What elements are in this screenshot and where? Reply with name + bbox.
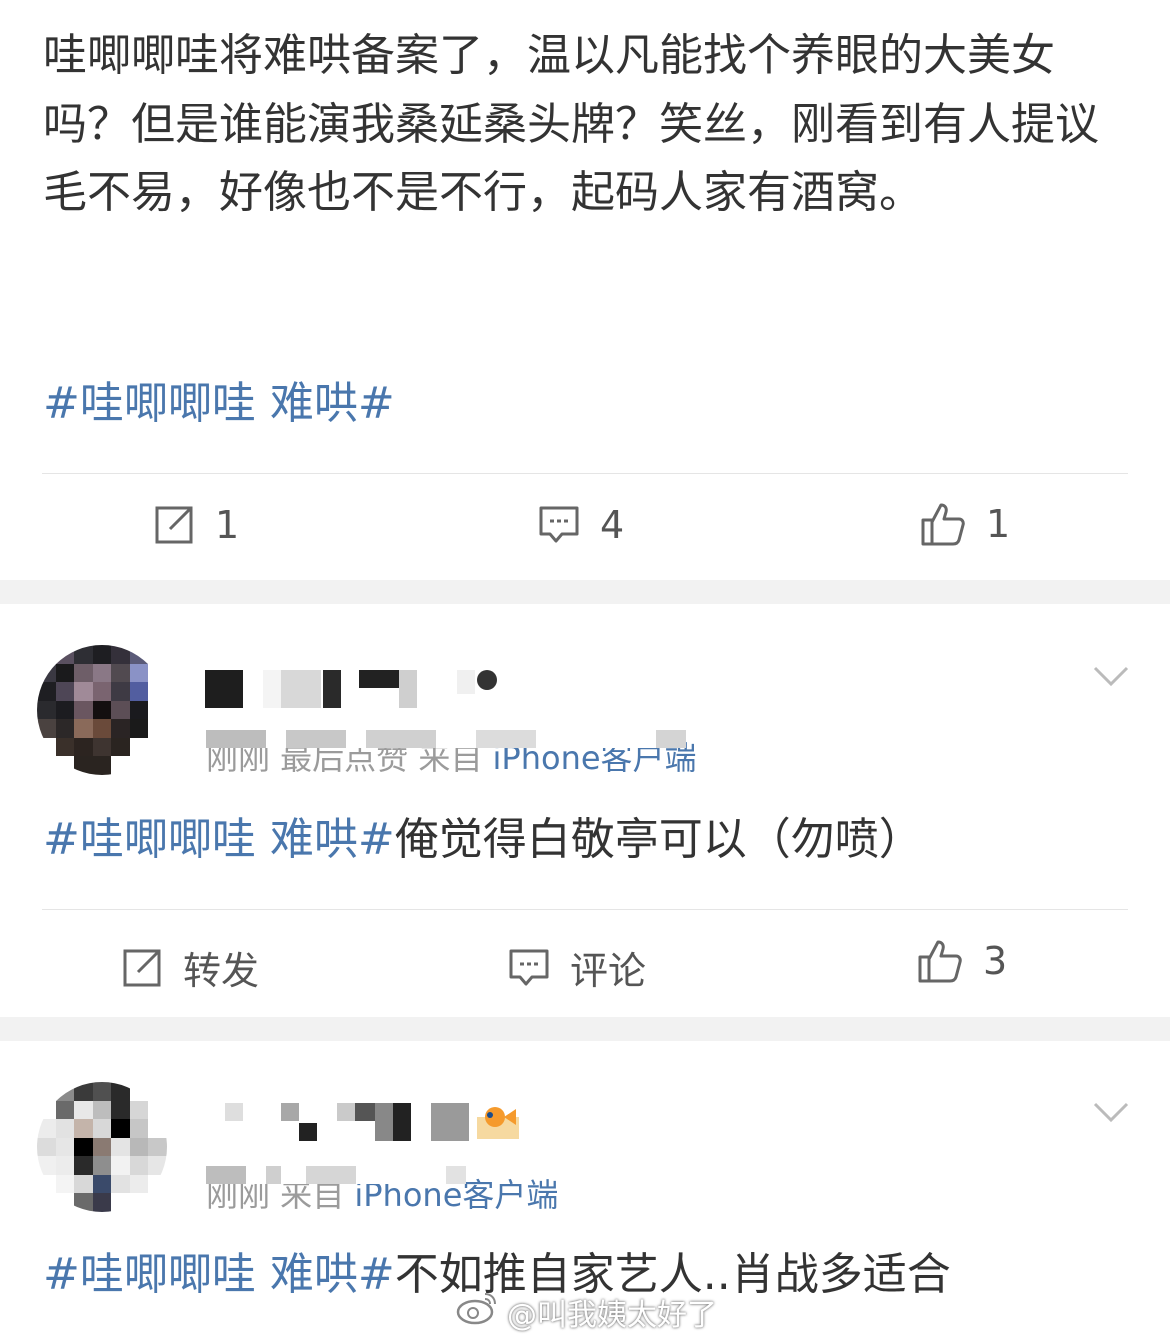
like-icon bbox=[917, 939, 963, 983]
repost-icon bbox=[153, 504, 195, 546]
avatar[interactable] bbox=[37, 1082, 167, 1212]
repost-icon bbox=[121, 947, 163, 989]
repost-button[interactable]: 转发 bbox=[121, 940, 259, 995]
meta-redaction bbox=[206, 1166, 466, 1184]
chevron-down-icon[interactable] bbox=[1093, 1100, 1129, 1128]
section-divider bbox=[0, 1017, 1170, 1041]
comment-topic-link[interactable]: #哇唧唧哇 难哄# bbox=[43, 814, 395, 865]
comment-label: 评论 bbox=[570, 949, 647, 993]
divider bbox=[42, 473, 1128, 474]
chevron-down-icon[interactable] bbox=[1093, 664, 1129, 692]
post-body-text: 哇唧唧哇将难哄备案了，温以凡能找个养眼的大美女吗？但是谁能演我桑延桑头牌？笑丝，… bbox=[43, 30, 1099, 218]
like-icon bbox=[920, 502, 966, 546]
repost-button[interactable]: 1 bbox=[153, 503, 239, 547]
comment-icon bbox=[538, 504, 580, 546]
like-button[interactable]: 1 bbox=[920, 502, 1010, 546]
section-divider bbox=[0, 580, 1170, 604]
comment-body: #哇唧唧哇 难哄#俺觉得白敬亭可以（勿喷） bbox=[43, 810, 923, 870]
repost-count: 1 bbox=[215, 503, 240, 547]
username-redacted[interactable] bbox=[225, 1103, 519, 1141]
watermark: @叫我姨太好了 bbox=[455, 1290, 717, 1334]
comment-count: 4 bbox=[600, 503, 625, 547]
watermark-text: @叫我姨太好了 bbox=[507, 1298, 717, 1333]
username-redacted[interactable] bbox=[205, 670, 497, 708]
post-topic-link[interactable]: #哇唧唧哇 难哄# bbox=[43, 370, 395, 438]
weibo-logo-icon bbox=[455, 1291, 499, 1333]
repost-label: 转发 bbox=[183, 949, 260, 993]
comment-icon bbox=[508, 947, 550, 989]
comment-button[interactable]: 4 bbox=[538, 503, 624, 547]
comment-button[interactable]: 评论 bbox=[508, 940, 646, 995]
meta-redaction bbox=[206, 730, 686, 748]
avatar[interactable] bbox=[37, 645, 167, 775]
like-count: 1 bbox=[986, 502, 1011, 546]
divider bbox=[42, 909, 1128, 910]
emoji-fish-icon bbox=[477, 1103, 519, 1139]
comment-text: 俺觉得白敬亭可以（勿喷） bbox=[394, 814, 923, 865]
like-count: 3 bbox=[983, 939, 1008, 983]
comment-topic-link[interactable]: #哇唧唧哇 难哄# bbox=[43, 1249, 395, 1300]
like-button[interactable]: 3 bbox=[917, 939, 1007, 983]
